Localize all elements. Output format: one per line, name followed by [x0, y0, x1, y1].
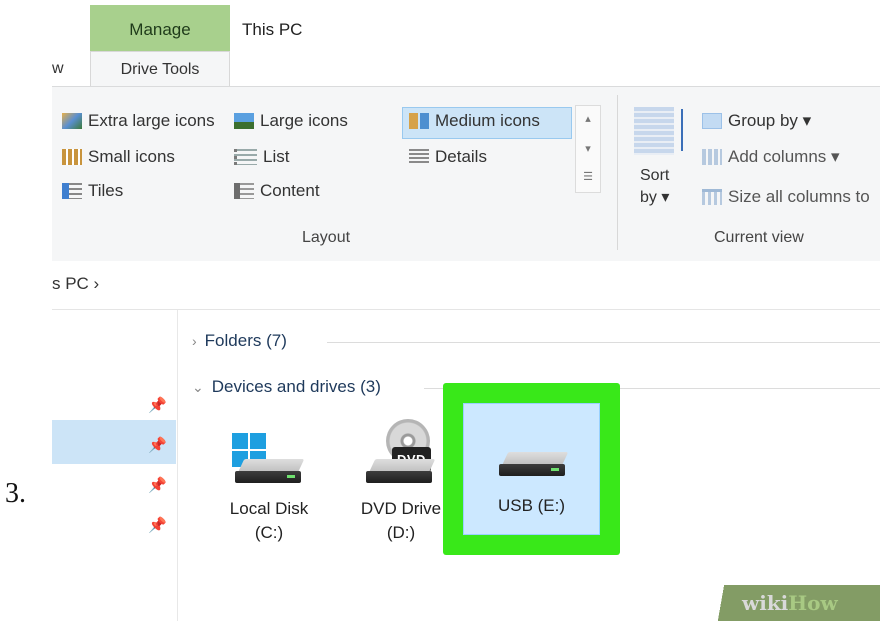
drive-e-label: USB (E:) [497, 496, 566, 515]
gallery-more-icon[interactable]: ☰ [576, 170, 600, 184]
manage-tab-label: Manage [129, 20, 191, 39]
extra-large-icons-icon [62, 113, 82, 129]
dvd-drive-icon [366, 459, 438, 483]
large-icons-option[interactable]: Large icons [234, 111, 348, 131]
tab-drive-tools[interactable]: Drive Tools [90, 51, 230, 87]
large-icons-icon [234, 113, 254, 129]
manage-context-tab[interactable]: Manage [90, 5, 230, 51]
small-icons-label: Small icons [88, 147, 175, 166]
group-by-icon [702, 113, 722, 129]
layout-gallery-scrollbar[interactable]: ▴ ▾ ☰ [575, 105, 601, 193]
medium-icons-icon [409, 113, 429, 129]
drive-c-letter: (C:) [254, 523, 284, 542]
layout-group-label: Layout [302, 229, 351, 246]
size-columns-icon [702, 189, 722, 205]
address-bar[interactable]: s PC › [52, 261, 880, 310]
tab-view-partial[interactable]: w [52, 60, 64, 78]
pin-icon[interactable]: 📌 [148, 436, 167, 454]
sort-arrow-icon [677, 105, 687, 155]
content-icon [234, 183, 254, 199]
size-all-columns-label: Size all columns to [728, 187, 870, 206]
details-icon [409, 149, 429, 165]
file-explorer-window: Manage This PC w Drive Tools Extra large… [52, 5, 880, 621]
small-icons-icon [62, 149, 82, 165]
extra-large-icons-option[interactable]: Extra large icons [62, 111, 215, 131]
content-label: Content [260, 181, 320, 200]
usb-drive-icon [499, 452, 571, 476]
drive-c-label: Local Disk [229, 499, 309, 518]
list-label: List [263, 147, 290, 166]
section-divider [620, 388, 880, 389]
sort-by-icon[interactable] [634, 107, 674, 155]
add-columns-button[interactable]: Add columns ▾ [702, 147, 840, 167]
small-icons-option[interactable]: Small icons [62, 147, 175, 167]
folders-header-label: Folders (7) [204, 331, 287, 350]
drive-local-disk-c[interactable]: Local Disk (C:) [210, 425, 328, 555]
gallery-down-icon[interactable]: ▾ [576, 142, 600, 156]
pin-icon[interactable]: 📌 [148, 396, 167, 414]
list-option[interactable]: List [234, 147, 289, 167]
group-by-button[interactable]: Group by ▾ [702, 111, 811, 131]
step-number: 3. [5, 478, 26, 509]
devices-header-label: Devices and drives (3) [211, 377, 381, 396]
pin-icon[interactable]: 📌 [148, 516, 167, 534]
add-columns-label: Add columns ▾ [728, 147, 840, 166]
details-option[interactable]: Details [409, 147, 487, 167]
section-divider [424, 388, 444, 389]
current-view-group-label: Current view [714, 229, 804, 246]
details-label: Details [435, 147, 487, 166]
gallery-up-icon[interactable]: ▴ [576, 112, 600, 126]
extra-large-icons-label: Extra large icons [88, 111, 215, 130]
tiles-label: Tiles [88, 181, 124, 200]
large-icons-label: Large icons [260, 111, 348, 130]
section-divider [327, 342, 880, 343]
sort-by-label-line2: by ▾ [640, 189, 670, 206]
watermark-wiki: wiki [742, 591, 789, 615]
drive-usb-e[interactable]: USB (E:) [463, 403, 600, 535]
breadcrumb[interactable]: s PC › [52, 274, 99, 294]
devices-section-header[interactable]: ⌄ Devices and drives (3) [192, 377, 381, 397]
medium-icons-option[interactable]: Medium icons [409, 111, 540, 131]
hard-drive-icon [235, 459, 307, 483]
tiles-option[interactable]: Tiles [62, 181, 123, 201]
chevron-right-icon: › [192, 333, 197, 349]
drive-tools-label: Drive Tools [120, 61, 200, 78]
medium-icons-label: Medium icons [435, 111, 540, 130]
wikihow-watermark: wikiHow [742, 591, 838, 615]
watermark-how: How [788, 591, 838, 615]
list-icon [234, 149, 257, 165]
pin-icon[interactable]: 📌 [148, 476, 167, 494]
ribbon-tab-row: Manage This PC w Drive Tools [52, 5, 880, 87]
group-by-label: Group by ▾ [728, 111, 812, 130]
ribbon-divider [617, 95, 618, 250]
window-title: This PC [242, 20, 303, 39]
add-columns-icon [702, 149, 722, 165]
size-all-columns-button[interactable]: Size all columns to [702, 187, 870, 207]
content-option[interactable]: Content [234, 181, 320, 201]
navigation-pane: 📌 📌 📌 📌 [52, 310, 178, 621]
tiles-icon [62, 183, 82, 199]
sort-by-label-line1: Sort [640, 167, 670, 184]
folders-section-header[interactable]: › Folders (7) [192, 331, 287, 351]
sort-by-button[interactable]: Sort by ▾ [640, 165, 669, 209]
ribbon-panel: Extra large icons Large icons Medium ico… [52, 86, 880, 262]
chevron-down-icon: ⌄ [192, 378, 204, 395]
